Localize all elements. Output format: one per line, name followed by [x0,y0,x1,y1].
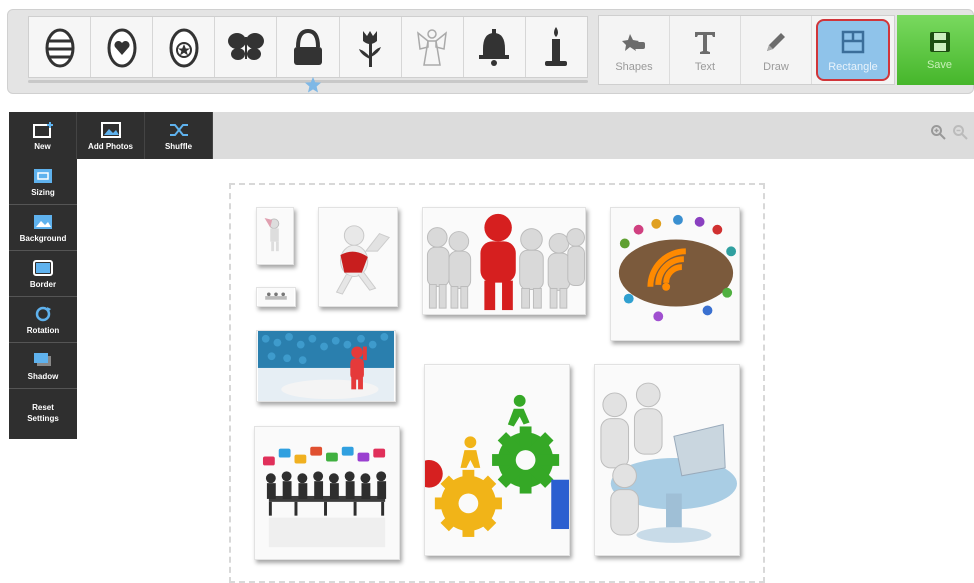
text-button[interactable]: Text [670,16,741,84]
shadow-button[interactable]: Shadow [9,343,77,389]
stencil-egg-heart[interactable] [91,17,154,77]
bell-icon [479,29,510,66]
stencil-basket[interactable] [277,17,340,77]
rotation-label: Rotation [26,325,60,335]
rectangle-layout-icon [841,30,865,54]
shadow-icon [34,352,51,366]
collage-toolbar: New Add Photos Shuffle [9,112,974,159]
zoom-in-icon[interactable] [930,124,946,140]
easter-egg-star-icon [169,28,199,68]
pencil-icon [767,33,785,51]
basket-icon [293,28,322,65]
tool-group: Shapes Text Draw Rectangle [598,15,895,85]
save-button[interactable]: Save [897,15,974,85]
gears-image [425,365,569,555]
add-photos-label: Add Photos [88,141,133,151]
text-label: Text [694,61,716,73]
add-photos-button[interactable]: Add Photos [77,112,145,159]
sizing-label: Sizing [31,187,55,197]
running-figure-image [319,208,397,306]
rotation-button[interactable]: Rotation [9,297,77,343]
rectangle-label: Rectangle [828,61,878,73]
reset-label-line1: Reset [32,403,54,412]
background-icon [34,214,52,229]
rss-table-image [611,208,739,340]
draw-button[interactable]: Draw [741,16,812,84]
settings-side-panel: Sizing Background Border Rotation Shadow… [9,159,77,439]
stencil-angel[interactable] [402,17,464,77]
small-figure-image [257,208,293,264]
photo-laptop-meeting[interactable] [594,364,740,556]
speech-bubbles-image [255,427,399,559]
butterfly-icon [227,33,264,60]
stencil-egg-striped[interactable] [29,17,92,77]
crowd-image [257,331,395,401]
shuffle-button[interactable]: Shuffle [145,112,213,159]
photo-small-group[interactable] [256,287,296,307]
photo-small-figure[interactable] [256,207,294,265]
rotation-icon [35,306,51,321]
laptop-meeting-image [595,365,739,555]
tulip-icon [359,31,382,67]
new-label: New [34,141,51,151]
candle-icon [545,27,568,66]
photo-rss-table-meeting[interactable] [610,207,740,341]
border-label: Border [29,279,57,289]
stencil-butterfly[interactable] [215,17,278,77]
shadow-label: Shadow [27,371,59,381]
image-icon [100,121,121,138]
stencil-tulip[interactable] [340,17,402,77]
easter-egg-heart-icon [107,28,137,68]
shapes-label: Shapes [615,61,653,73]
stencil-egg-star[interactable] [153,17,216,77]
shapes-button[interactable]: Shapes [599,16,670,84]
background-button[interactable]: Background [9,205,77,251]
photo-running-figure[interactable] [318,207,398,307]
photo-speech-bubbles-meeting[interactable] [254,426,400,560]
sizing-icon [34,168,52,183]
reset-settings-button[interactable]: Reset Settings [9,389,77,437]
photo-crowd-figure[interactable] [256,330,396,402]
save-label: Save [926,59,953,71]
stencil-strip [28,16,588,78]
top-toolbar: Shapes Text Draw Rectangle Save [7,9,974,94]
stencil-candle[interactable] [526,17,587,77]
shapes-icon [622,34,645,51]
page-left-margin [0,100,9,565]
shuffle-icon [169,123,188,136]
sizing-button[interactable]: Sizing [9,159,77,205]
background-label: Background [19,233,67,243]
zoom-controls [930,124,968,140]
red-leader-image [423,208,585,314]
shuffle-label: Shuffle [164,141,193,151]
floppy-disk-icon [929,32,950,52]
rectangle-button[interactable]: Rectangle [816,19,890,81]
easter-egg-striped-icon [45,28,75,68]
angel-icon [417,29,448,66]
new-collage-icon [32,121,53,138]
zoom-out-icon[interactable] [952,124,968,140]
stencil-bell[interactable] [464,17,526,77]
text-icon [695,32,715,54]
border-icon [33,259,53,276]
photo-red-leader-figure[interactable] [422,207,586,315]
reset-label-line2: Settings [27,414,59,423]
new-button[interactable]: New [9,112,77,159]
draw-label: Draw [763,61,789,73]
border-button[interactable]: Border [9,251,77,297]
scroll-star-icon[interactable] [304,76,322,94]
small-group-image [258,288,294,306]
photo-gears-figures[interactable] [424,364,570,556]
